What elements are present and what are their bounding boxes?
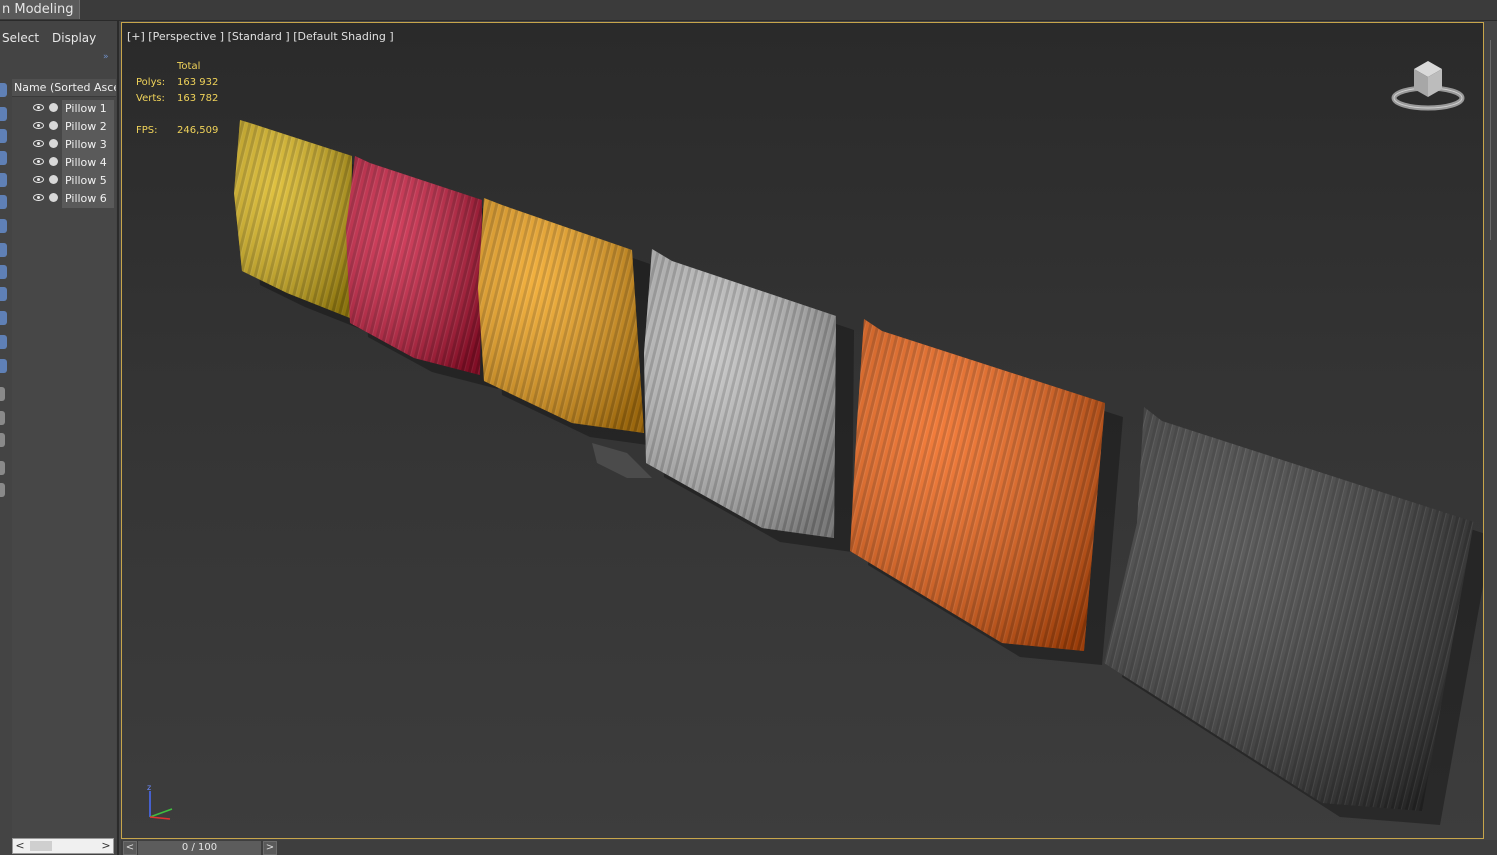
stats-verts-value: 163 782 [177,93,219,104]
stats-fps-label: FPS: [136,125,158,136]
display-helpers-icon[interactable] [0,195,7,209]
pillow-shading [1104,407,1474,811]
viewcube-icon[interactable] [1390,55,1466,113]
object-name[interactable]: Pillow 3 [62,136,114,154]
display-lights-icon[interactable] [0,151,7,165]
pillow-shading [478,198,644,433]
visibility-eye-icon[interactable] [33,158,44,165]
axis-z-label: z [147,783,151,792]
filter-icon[interactable] [0,483,5,497]
scroll-thumb[interactable] [30,841,52,851]
object-name[interactable]: Pillow 5 [62,172,114,190]
list-item[interactable]: Pillow 2 [12,118,116,136]
display-xrefs-icon[interactable] [0,265,7,279]
stats-polys-value: 163 932 [177,77,219,88]
display-none-icon[interactable] [0,83,7,97]
time-prev-button[interactable]: < [123,841,137,855]
stats-verts-label: Verts: [136,93,165,104]
ribbon-tab-modeling[interactable]: n Modeling [0,0,80,19]
visibility-eye-icon[interactable] [33,140,44,147]
scroll-right-arrow-icon[interactable]: > [99,839,113,853]
display-bones-icon[interactable] [0,287,7,301]
explorer-horizontal-scrollbar[interactable]: < > [12,838,114,854]
list-item[interactable]: Pillow 5 [12,172,116,190]
perspective-viewport[interactable]: [+] [Perspective ] [Standard ] [Default … [121,22,1484,839]
display-cameras-icon[interactable] [0,173,7,187]
viewport-scene [234,120,1483,825]
freeze-dot-icon[interactable] [49,139,58,148]
select-none-icon[interactable] [0,411,5,425]
menu-display[interactable]: Display [52,31,96,45]
menu-select[interactable]: Select [2,31,39,45]
display-spacewarps-icon[interactable] [0,219,7,233]
name-column-header[interactable]: Name (Sorted Ascending) [12,79,116,97]
ribbon-bar: n Modeling [0,0,1497,21]
right-panel-edge [1490,40,1497,240]
object-name[interactable]: Pillow 6 [62,190,114,208]
display-shapes-icon[interactable] [0,129,7,143]
display-hidden-icon[interactable] [0,359,7,373]
select-invert-icon[interactable] [0,433,5,447]
axis-tripod-icon: z [147,783,173,820]
time-slider[interactable]: < 0 / 100 > [121,840,1497,855]
explorer-menubar: Select Display [0,21,117,51]
time-next-button[interactable]: > [263,841,277,855]
list-item[interactable]: Pillow 6 [12,190,116,208]
display-geometry-icon[interactable] [0,107,7,121]
display-containers-icon[interactable] [0,311,7,325]
freeze-dot-icon[interactable] [49,175,58,184]
display-frozen-icon[interactable] [0,335,7,349]
scroll-left-arrow-icon[interactable]: < [13,839,27,853]
freeze-dot-icon[interactable] [49,157,58,166]
stats-polys-label: Polys: [136,77,166,88]
time-slider-thumb[interactable]: 0 / 100 [138,841,261,855]
select-all-icon[interactable] [0,387,5,401]
expand-chevron-icon[interactable]: » [103,52,108,62]
grid-object-icon [592,443,652,478]
list-item[interactable]: Pillow 3 [12,136,116,154]
visibility-eye-icon[interactable] [33,104,44,111]
visibility-eye-icon[interactable] [33,194,44,201]
pillow-shading [850,319,1105,651]
sync-selection-icon[interactable] [0,461,5,475]
viewport-label-menu[interactable]: [+] [Perspective ] [Standard ] [Default … [127,30,394,43]
freeze-dot-icon[interactable] [49,103,58,112]
object-name[interactable]: Pillow 2 [62,118,114,136]
scene-explorer: Select Display » Name (Sorted Ascending)… [0,21,119,855]
stats-fps-value: 246,509 [177,125,219,136]
list-item[interactable]: Pillow 4 [12,154,116,172]
display-groups-icon[interactable] [0,243,7,257]
list-item[interactable]: Pillow 1 [12,100,116,118]
explorer-toolbar [0,83,10,503]
freeze-dot-icon[interactable] [49,193,58,202]
pillow-shading [644,249,836,538]
visibility-eye-icon[interactable] [33,176,44,183]
stats-header: Total [177,61,201,72]
object-name[interactable]: Pillow 4 [62,154,114,172]
scene-object-list: Name (Sorted Ascending) Pillow 1 Pillow … [12,79,116,839]
pillow-shading [346,156,482,375]
object-name[interactable]: Pillow 1 [62,100,114,118]
visibility-eye-icon[interactable] [33,122,44,129]
pillow-shading [234,120,352,318]
freeze-dot-icon[interactable] [49,121,58,130]
pillows-group [234,120,1483,825]
